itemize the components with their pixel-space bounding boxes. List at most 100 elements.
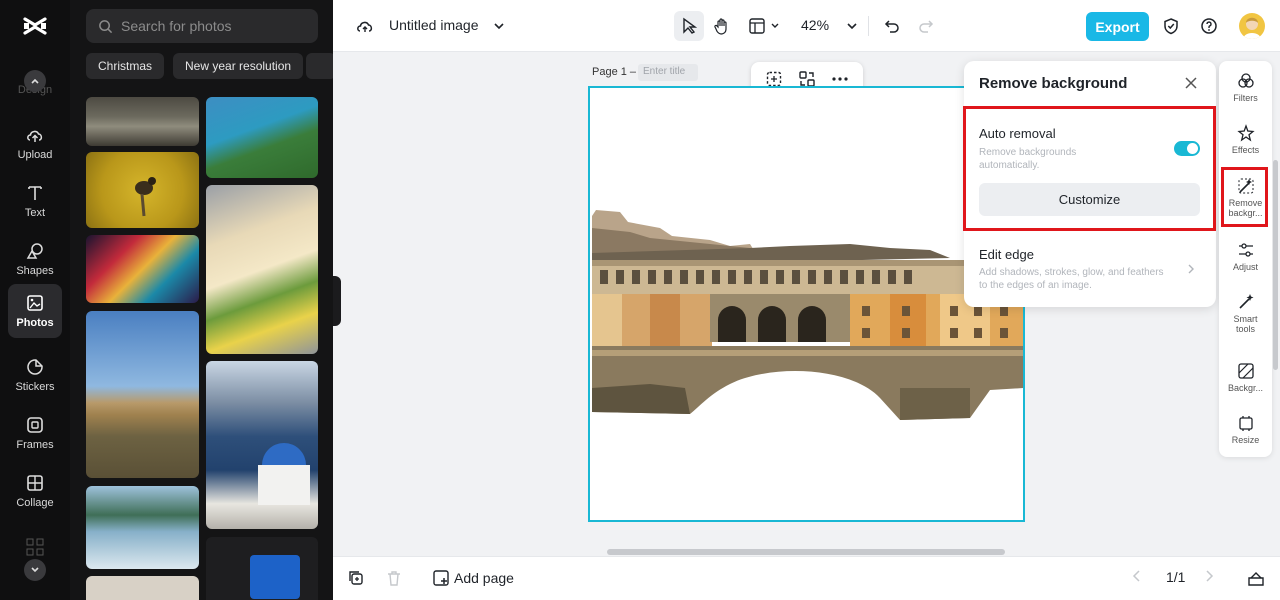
layout-icon: [749, 18, 779, 34]
photo-thumb-bird[interactable]: [86, 152, 199, 228]
rail-item-photos[interactable]: Photos: [8, 284, 62, 338]
rail-item-stickers[interactable]: Stickers: [8, 348, 62, 402]
chip-christmas[interactable]: Christmas: [86, 53, 165, 79]
photo-thumb-river-valley[interactable]: [206, 97, 318, 178]
rail-item-label: Text: [24, 207, 46, 219]
rail-item-label: Shapes: [16, 265, 54, 277]
prev-page-icon[interactable]: [1131, 569, 1143, 583]
chevron-right-icon[interactable]: [1186, 264, 1196, 274]
rail-item-label: Frames: [16, 439, 54, 451]
rail-item-shapes[interactable]: Shapes: [8, 232, 62, 286]
user-avatar[interactable]: [1239, 13, 1265, 39]
zoom-level[interactable]: 42%: [801, 17, 829, 33]
tool-label: Effects: [1231, 145, 1260, 155]
upload-cloud-icon: [27, 130, 43, 142]
select-region-icon[interactable]: [765, 70, 783, 88]
undo-icon[interactable]: [880, 14, 904, 38]
horizontal-scrollbar[interactable]: [607, 549, 1005, 555]
rail-item-label: Photos: [16, 317, 54, 329]
rail-scroll-down-button[interactable]: [24, 559, 46, 581]
add-page-icon: [433, 570, 449, 586]
photo-thumb-santorini[interactable]: [206, 361, 318, 529]
vertical-scrollbar[interactable]: [1273, 160, 1278, 370]
tool-smart-tools[interactable]: Smart tools: [1219, 293, 1272, 334]
hand-tool-button[interactable]: [710, 14, 734, 38]
replace-image-icon[interactable]: [798, 70, 816, 88]
tool-effects[interactable]: Effects: [1219, 124, 1272, 155]
text-icon: [28, 186, 42, 200]
title-dropdown-chevron-icon[interactable]: [487, 14, 511, 38]
layers-panel-icon[interactable]: [1247, 569, 1265, 587]
rail-item-label: Collage: [16, 497, 54, 509]
search-icon: [99, 19, 113, 33]
chip-overflow[interactable]: [306, 53, 333, 79]
bridge-image-cutout[interactable]: [590, 88, 1024, 520]
photos-panel: Search for photos Christmas New year res…: [70, 0, 333, 600]
page-title-input[interactable]: Enter title: [638, 64, 698, 81]
select-tool-button[interactable]: [674, 11, 704, 41]
apps-grid-icon[interactable]: [26, 538, 44, 556]
tool-label: Adjust: [1232, 262, 1258, 272]
rail-item-text[interactable]: Text: [8, 174, 62, 228]
highlight-remove-background-tool: [1221, 167, 1268, 227]
tool-label: Backgr...: [1227, 383, 1263, 393]
tool-adjust[interactable]: Adjust: [1219, 241, 1272, 272]
cursor-arrow-icon: [683, 17, 698, 34]
effects-icon: [1236, 124, 1255, 142]
panel-collapse-tab[interactable]: [333, 276, 341, 326]
sticker-icon: [27, 359, 43, 375]
top-bar: Untitled image 42% Export: [333, 0, 1280, 52]
filters-icon: [1237, 73, 1254, 88]
right-tools-panel: Filters Effects Remove backgr... Adjust …: [1219, 61, 1272, 457]
photo-search-input[interactable]: Search for photos: [86, 9, 318, 43]
edit-edge-description: Add shadows, strokes, glow, and feathers…: [979, 267, 1164, 291]
rail-item-collage[interactable]: Collage: [8, 464, 62, 518]
hand-icon: [714, 18, 727, 35]
smart-tools-icon: [1238, 294, 1253, 309]
canvas-artboard[interactable]: [588, 86, 1025, 522]
background-icon: [1237, 363, 1254, 379]
chevron-down-icon: [31, 567, 39, 573]
photo-thumb-abstract-swirl[interactable]: [86, 235, 199, 303]
zoom-dropdown-chevron-icon[interactable]: [840, 14, 864, 38]
photo-icon: [27, 295, 43, 311]
next-page-icon[interactable]: [1203, 569, 1215, 583]
left-rail: Design Upload Text Shapes Photos Sticker…: [0, 0, 70, 600]
tool-label: Filters: [1233, 93, 1258, 103]
photo-thumb-chicken-dish[interactable]: [206, 185, 318, 354]
add-page-button[interactable]: Add page: [432, 569, 514, 587]
document-title[interactable]: Untitled image: [389, 17, 479, 33]
highlight-auto-removal: [963, 106, 1216, 231]
edit-edge-title[interactable]: Edit edge: [979, 247, 1034, 262]
capcut-logo[interactable]: [21, 12, 49, 40]
chip-new-year-resolution[interactable]: New year resolution: [173, 53, 304, 79]
tool-background[interactable]: Backgr...: [1219, 362, 1272, 393]
tool-filters[interactable]: Filters: [1219, 72, 1272, 103]
export-button[interactable]: Export: [1086, 12, 1149, 41]
delete-page-icon[interactable]: [385, 569, 403, 587]
photo-thumb-ponte-vecchio[interactable]: [86, 311, 199, 478]
resize-icon: [1238, 416, 1253, 431]
cloud-save-icon[interactable]: [353, 14, 377, 38]
panel-title: Remove background: [979, 75, 1128, 92]
close-icon[interactable]: [1183, 75, 1199, 91]
tool-label: Resize: [1231, 435, 1260, 445]
rail-item-frames[interactable]: Frames: [8, 406, 62, 460]
photo-thumb-keyboard[interactable]: [206, 537, 318, 600]
tool-label: Smart tools: [1233, 314, 1258, 334]
more-options-icon[interactable]: [831, 70, 849, 88]
photo-thumb-interior[interactable]: [86, 576, 199, 600]
rail-item-upload[interactable]: Upload: [8, 116, 62, 170]
layout-dropdown-button[interactable]: [748, 14, 784, 38]
rail-scroll-up-button[interactable]: [24, 70, 46, 92]
bird-silhouette: [135, 177, 156, 217]
tool-resize[interactable]: Resize: [1219, 414, 1272, 445]
photo-thumb-river-rocks[interactable]: [86, 97, 199, 146]
photo-thumb-lake-reflection[interactable]: [86, 486, 199, 569]
duplicate-page-icon[interactable]: [347, 569, 365, 587]
redo-icon[interactable]: [914, 14, 938, 38]
page-label: Page 1 –: [592, 66, 637, 78]
shield-icon[interactable]: [1159, 14, 1183, 38]
help-icon[interactable]: [1197, 14, 1221, 38]
page-counter: 1/1: [1166, 569, 1186, 585]
